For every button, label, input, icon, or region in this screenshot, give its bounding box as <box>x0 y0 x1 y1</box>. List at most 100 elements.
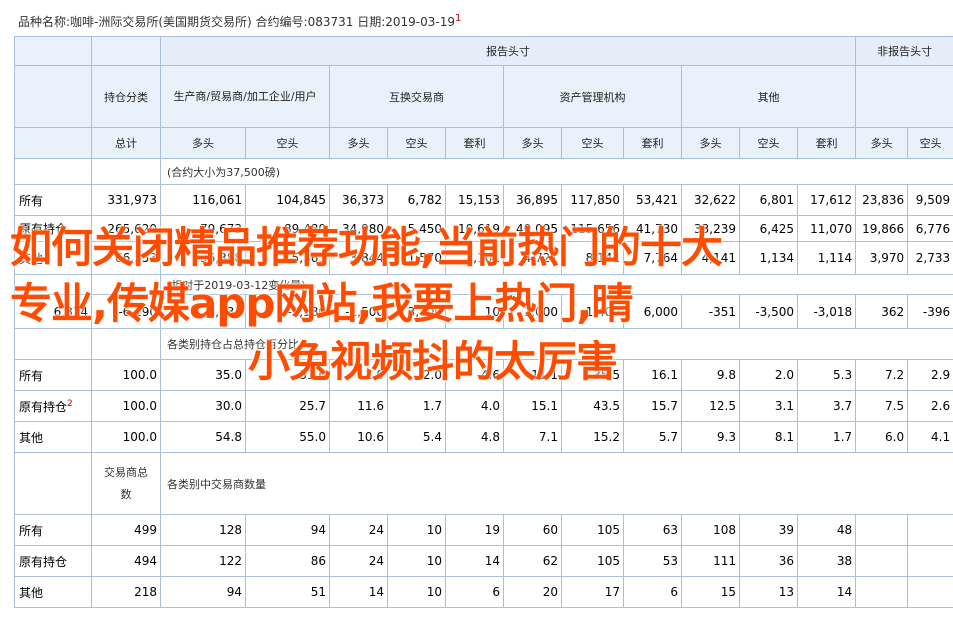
overlay-headline: 如何关闭精品推荐功能,当前热门的十大 专业,传媒app网站,我要上热门,晴 小兔… <box>10 222 946 402</box>
cell: 53,421 <box>623 184 682 216</box>
other-reportables-header: 其他 <box>680 65 857 128</box>
cell: 53 <box>623 545 682 577</box>
cell: 19 <box>445 514 504 546</box>
cell: 10 <box>387 514 446 546</box>
cell: 122 <box>160 545 246 577</box>
cell: 5.4 <box>387 421 446 453</box>
cell: 17,612 <box>796 184 857 216</box>
table-row-traders-other: 其他 218 94 51 14 10 6 20 17 6 15 13 14 <box>14 576 953 608</box>
cell: 105 <box>561 545 624 577</box>
overlay-line-2: 专业,传媒app网站,我要上热门,晴 <box>10 279 633 328</box>
cell <box>855 576 909 608</box>
producer-header: 生产商/贸易商/加工企业/用户 <box>160 65 330 128</box>
cell: 117,850 <box>561 184 624 216</box>
section-row-contract-unit: (合约大小为37,500磅) <box>14 158 953 185</box>
cell: 10.6 <box>329 421 388 453</box>
cell: 218 <box>91 576 161 608</box>
cell: 5.7 <box>623 421 682 453</box>
swap-dealer-header: 互换交易商 <box>329 65 504 128</box>
swap-long-header: 多头 <box>329 127 388 159</box>
other-spread-header: 套利 <box>796 127 857 159</box>
section-blank-cell <box>91 158 161 185</box>
table-row-traders-all: 所有 499 128 94 24 10 19 60 105 63 108 39 … <box>14 514 953 546</box>
row-label-all: 所有 <box>14 514 92 546</box>
cell: 36 <box>739 545 798 577</box>
cell: 6,782 <box>387 184 446 216</box>
cell: 9.3 <box>681 421 740 453</box>
producer-long-header: 多头 <box>160 127 246 159</box>
mm-short-header: 空头 <box>561 127 624 159</box>
table-row-traders-old: 原有持仓 494 122 86 24 10 14 62 105 53 111 3… <box>14 545 953 577</box>
trader-count-note: 各类别中交易商数量 <box>159 452 953 515</box>
cell: 10 <box>387 545 446 577</box>
cell <box>907 545 953 577</box>
cell: 15.2 <box>561 421 624 453</box>
section-blank-cell <box>14 452 92 515</box>
cell: 6.0 <box>855 421 909 453</box>
cell: 331,973 <box>91 184 161 216</box>
producer-short-header: 空头 <box>245 127 330 159</box>
row-label-old: 原有持仓 <box>14 545 92 577</box>
cell: 14 <box>329 576 388 608</box>
swap-spread-header: 套利 <box>445 127 504 159</box>
cell: 128 <box>160 514 246 546</box>
trader-count-label: 交易商总数 <box>91 452 161 515</box>
other-long-header: 多头 <box>681 127 740 159</box>
cell: 94 <box>160 576 246 608</box>
cell: 494 <box>91 545 161 577</box>
header-row-categories: 持仓分类 生产商/贸易商/加工企业/用户 互换交易商 资产管理机构 其他 <box>14 65 953 128</box>
total-header: 总计 <box>91 127 161 159</box>
cell: 24 <box>329 514 388 546</box>
holding-category-header: 持仓分类 <box>91 65 161 128</box>
cell <box>907 576 953 608</box>
header-row-groups: 报告头寸 非报告头寸 <box>14 36 953 66</box>
cell: 51 <box>245 576 330 608</box>
cell: 7.1 <box>503 421 562 453</box>
cell: 24 <box>329 545 388 577</box>
cell: 15,153 <box>445 184 504 216</box>
cell <box>855 545 909 577</box>
corner-cell <box>14 36 92 66</box>
cell: 6 <box>623 576 682 608</box>
cell: 36,895 <box>503 184 562 216</box>
row-label-all: 所有 <box>14 184 92 216</box>
nonrep-long-header: 多头 <box>855 127 909 159</box>
cell: 55.0 <box>245 421 330 453</box>
cell: 94 <box>245 514 330 546</box>
section-row-trader-count: 交易商总数 各类别中交易商数量 <box>14 452 953 515</box>
cell: 36,373 <box>329 184 388 216</box>
report-header-text: 品种名称:咖啡-洲际交易所(美国期货交易所) 合约编号:083731 日期:20… <box>18 15 456 29</box>
table-row-percent-other: 其他 100.0 54.8 55.0 10.6 5.4 4.8 7.1 15.2… <box>14 421 953 453</box>
cell <box>907 514 953 546</box>
cell: 60 <box>503 514 562 546</box>
category-blank-cell <box>14 65 92 128</box>
cell: 48 <box>796 514 857 546</box>
cell: 104,845 <box>245 184 330 216</box>
cell: 105 <box>561 514 624 546</box>
cell: 62 <box>503 545 562 577</box>
cell: 14 <box>796 576 857 608</box>
cell: 15 <box>681 576 740 608</box>
cell: 111 <box>681 545 740 577</box>
cell: 4.8 <box>445 421 504 453</box>
cell <box>855 514 909 546</box>
cell: 6 <box>445 576 504 608</box>
other-short-header: 空头 <box>739 127 798 159</box>
cell: 86 <box>245 545 330 577</box>
side-blank-cell <box>14 127 92 159</box>
contract-unit-note: (合约大小为37,500磅) <box>159 158 953 185</box>
cell: 4.1 <box>907 421 953 453</box>
header-row-sides: 总计 多头 空头 多头 空头 套利 多头 空头 套利 多头 空头 套利 多头 空… <box>14 127 953 159</box>
cell: 14 <box>445 545 504 577</box>
managed-money-header: 资产管理机构 <box>503 65 682 128</box>
cell: 20 <box>503 576 562 608</box>
header-note-marker[interactable]: 1 <box>455 13 461 24</box>
cell: 32,622 <box>681 184 740 216</box>
report-header-line: 品种名称:咖啡-洲际交易所(美国期货交易所) 合约编号:083731 日期:20… <box>18 13 938 31</box>
group-reportable-header: 报告头寸 <box>159 36 857 66</box>
nonrep-short-header: 空头 <box>907 127 953 159</box>
cell: 1.7 <box>796 421 857 453</box>
cell: 100.0 <box>91 421 161 453</box>
corner-cell-2 <box>91 36 161 66</box>
cell: 6,801 <box>739 184 798 216</box>
